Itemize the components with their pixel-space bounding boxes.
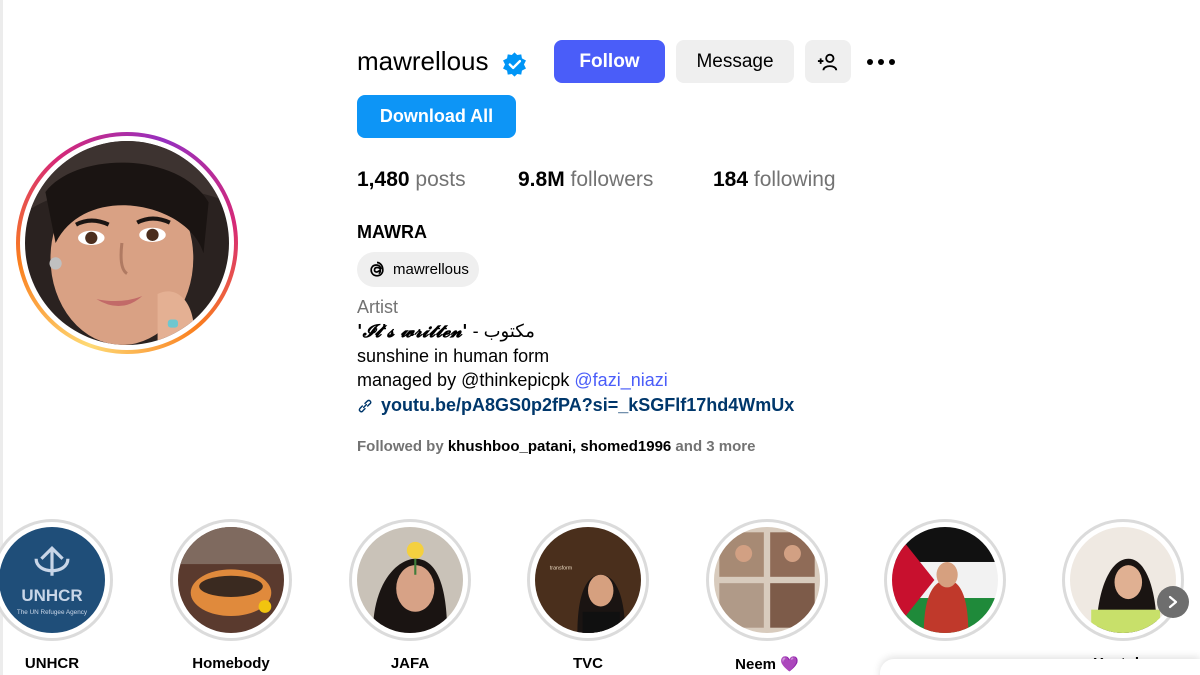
highlight-cover [1070,527,1176,633]
bio-link-text: youtu.be/pA8GS0p2fPA?si=_kSGFlf17hd4WmUx [381,395,795,415]
followed-by-user-2: shomed1996 [580,438,672,455]
posts-count: 1,480 [357,168,410,191]
bio-line-1: '𝓘𝓽'𝓼 𝔀𝓻𝓲𝓽𝓽𝓮𝓷' - مکتوب [357,321,535,342]
bio-mention-link[interactable]: @fazi_niazi [574,370,667,390]
stat-followers[interactable]: 9.8M followers [518,168,653,192]
profile-full-name: MAWRA [357,222,427,242]
bio-external-link[interactable]: youtu.be/pA8GS0p2fPA?si=_kSGFlf17hd4WmUx [357,395,794,416]
download-all-button[interactable]: Download All [357,95,516,138]
followers-count: 9.8M [518,168,565,191]
profile-username: mawrellous [357,46,489,76]
verified-badge-icon [503,52,526,77]
add-person-icon [817,53,838,71]
highlight-tvc[interactable]: transform [527,519,649,641]
svg-text:UNHCR: UNHCR [21,586,82,605]
highlight-cover [357,527,463,633]
followed-by[interactable]: Followed by khushboo_patani, shomed1996 … [357,438,755,455]
followed-by-prefix: Followed by [357,438,448,455]
bio-managed-by: managed by @thinkepicpk [357,370,575,390]
following-label: following [753,168,836,191]
link-icon [358,399,372,412]
chevron-right-icon [1168,595,1178,609]
following-count: 184 [713,168,749,191]
highlight-label: JAFA [390,655,430,672]
highlight-unhcr[interactable]: UNHCR The UN Refugee Agency [0,519,113,641]
profile-avatar[interactable] [16,132,238,354]
posts-label: posts [415,168,466,191]
more-options-icon[interactable] [867,53,899,71]
highlight-cover: transform [535,527,641,633]
highlight-label: Homebody [192,655,270,672]
highlight-jafa[interactable] [349,519,471,641]
highlight-youtube[interactable] [1062,519,1184,641]
bio-quote: '𝓘𝓽'𝓼 𝔀𝓻𝓲𝓽𝓽𝓮𝓷' [357,321,468,342]
messages-popup-edge[interactable] [880,659,1200,675]
suggest-accounts-button[interactable] [805,40,851,83]
highlight-cover: UNHCR The UN Refugee Agency [0,527,105,633]
followed-by-suffix: and 3 more [671,438,756,455]
svg-text:transform: transform [550,565,573,571]
highlight-cover [892,527,998,633]
message-button[interactable]: Message [676,40,794,83]
highlight-palestine[interactable] [884,519,1006,641]
highlight-cover [178,527,284,633]
threads-icon [370,261,384,277]
highlight-label: TVC [573,655,603,672]
threads-link[interactable]: mawrellous [357,252,479,287]
highlight-homebody[interactable] [170,519,292,641]
stat-posts: 1,480 posts [357,168,466,192]
bio-line-2: sunshine in human form [357,346,550,366]
threads-handle: mawrellous [393,261,469,278]
bio-urdu: - مکتوب [467,321,535,341]
followers-label: followers [570,168,654,191]
svg-text:The UN Refugee Agency: The UN Refugee Agency [17,609,88,616]
highlight-neem[interactable] [706,519,828,641]
followed-by-user-1: khushboo_patani [447,438,573,455]
highlight-label: Neem 💜 [735,656,799,673]
profile-category: Artist [357,297,399,317]
stat-following[interactable]: 184 following [713,168,836,192]
follow-button[interactable]: Follow [554,40,665,83]
highlights-next-button[interactable] [1157,586,1189,618]
highlight-label: UNHCR [24,655,80,672]
bio-line-3: managed by @thinkepicpk @fazi_niazi [357,370,668,391]
highlight-cover [714,527,820,633]
avatar-photo [25,141,229,345]
